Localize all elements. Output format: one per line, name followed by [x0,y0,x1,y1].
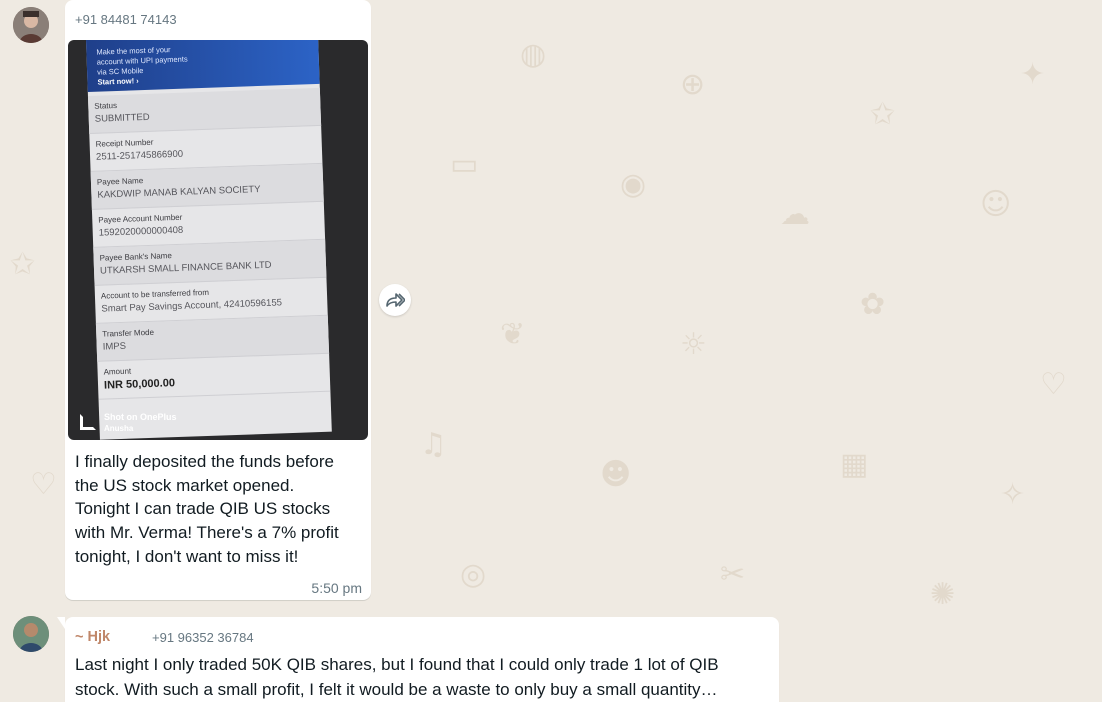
field-label: Transfer Mode [102,327,155,339]
banner-text: Make the most of your account with UPI p… [96,45,188,77]
bubble-tail [57,617,65,629]
forward-icon [386,293,405,307]
star-doodle-icon: ✩ [870,97,896,132]
star-doodle-icon: ✦ [1020,57,1046,92]
field-value: SUBMITTED [94,111,150,125]
field-value: Smart Pay Savings Account, 42410596155 [101,297,283,315]
message-time: 5:50 pm [311,580,362,596]
banner-cta: Start now! › [97,76,139,87]
field-amount: Amount INR 50,000.00 [97,353,331,400]
message-bubble: ~ Hjk +91 96352 36784 Last night I only … [57,617,779,702]
smile-doodle-icon: ☺ [980,187,1012,222]
star-doodle-icon: ✧ [1000,477,1026,512]
field-label: Account to be transferred from [100,287,210,301]
globe-doodle-icon: ⊕ [680,67,706,102]
star-doodle-icon: ✩ [10,247,36,282]
smile-doodle-icon: ☻ [600,457,632,492]
sun-doodle-icon: ☼ [680,327,707,362]
watermark-line1: Shot on OnePlus [104,412,177,422]
ball-doodle-icon: ◉ [620,167,647,202]
globe-doodle-icon: ◍ [520,37,547,72]
phone-screen: Make the most of your account with UPI p… [86,40,332,440]
heart-doodle-icon: ♡ [1040,367,1067,402]
user-avatar-icon [13,616,49,652]
field-label: Payee Account Number [98,212,183,225]
payment-screenshot-image[interactable]: Make the most of your account with UPI p… [68,40,368,440]
promo-banner: Make the most of your account with UPI p… [86,40,320,92]
cloud-doodle-icon: ☁ [780,197,810,232]
user-avatar-icon [13,7,49,43]
field-value: KAKDWIP MANAB KALYAN SOCIETY [97,184,261,201]
note-doodle-icon: ♫ [420,427,447,462]
field-label: Amount [103,366,132,377]
field-value: 1592020000000408 [98,224,184,239]
message-text: Last night I only traded 50K QIB shares,… [75,655,719,699]
field-value: INR 50,000.00 [103,377,176,392]
sender-phone[interactable]: +91 96352 36784 [152,630,254,645]
field-value: IMPS [102,340,127,353]
circle-doodle-icon: ◎ [460,557,487,592]
message-bubble: +91 84481 74143 Make the most of your ac… [65,0,371,600]
field-label: Receipt Number [95,137,154,149]
chat-doodle-icon: ▭ [450,147,479,182]
flower-doodle-icon: ✿ [860,287,886,322]
sender-phone[interactable]: +91 84481 74143 [75,12,177,27]
camera-watermark: Shot on OnePlus Anusha [80,412,220,434]
heart-doodle-icon: ♡ [30,467,57,502]
field-value: 2511-251745866900 [95,148,184,163]
field-label: Payee Bank's Name [99,251,172,263]
grid-doodle-icon: ▦ [840,447,869,482]
field-label: Payee Name [96,176,144,187]
scissors-doodle-icon: ✂ [720,557,746,592]
sender-avatar[interactable] [13,7,49,43]
sun-doodle-icon: ✺ [930,577,956,612]
forward-button[interactable] [379,284,411,316]
field-label: Status [94,100,118,111]
leaf-doodle-icon: ❦ [500,317,526,352]
message-text: I finally deposited the funds before the… [75,452,339,566]
oneplus-logo-icon [80,414,96,430]
watermark-line2: Anusha [104,424,134,433]
field-value: UTKARSH SMALL FINANCE BANK LTD [99,259,272,277]
sender-name[interactable]: ~ Hjk [75,629,110,645]
sender-avatar[interactable] [13,616,49,652]
